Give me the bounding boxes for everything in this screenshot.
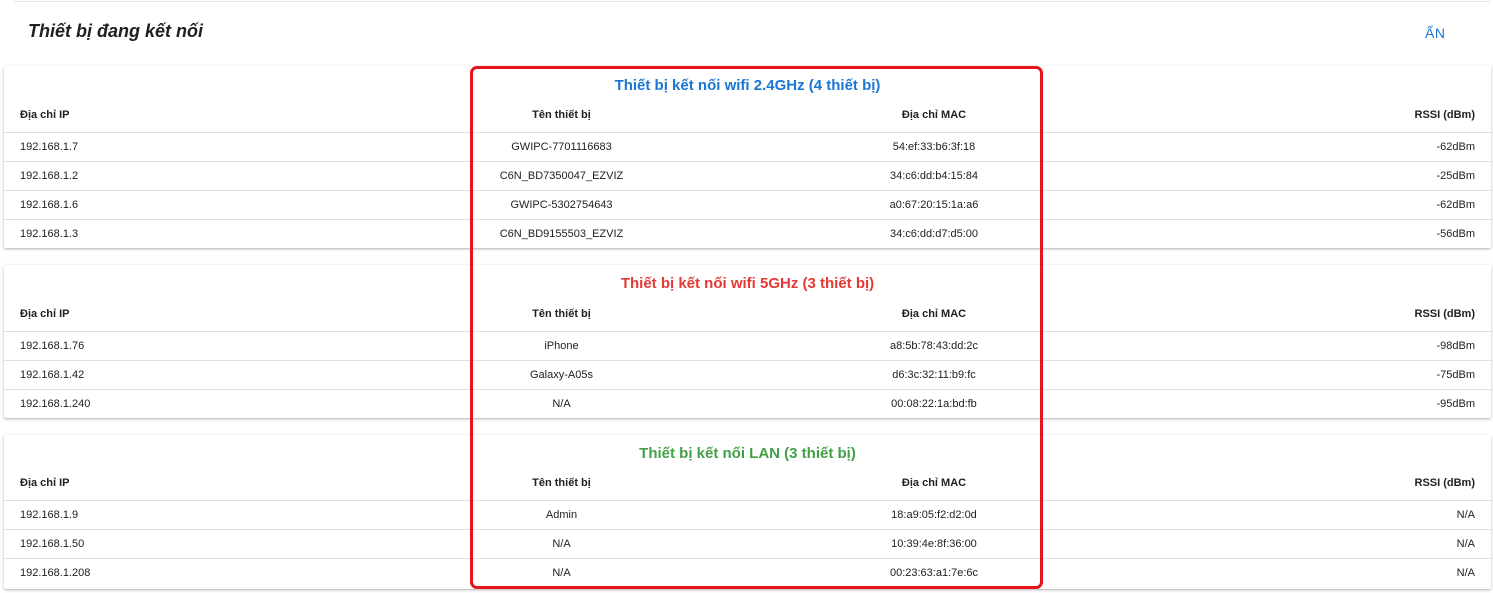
device-ip: 192.168.1.76 <box>4 331 364 361</box>
device-ip: 192.168.1.42 <box>4 360 364 390</box>
device-mac: 54:ef:33:b6:3f:18 <box>759 132 1109 162</box>
table-row: 192.168.1.208 N/A 00:23:63:a1:7e:6c N/A <box>4 558 1491 587</box>
device-rssi: -75dBm <box>1109 360 1491 390</box>
device-ip: 192.168.1.7 <box>4 132 364 162</box>
page-title: Thiết bị đang kết nối <box>28 21 203 41</box>
column-header-ip: Địa chỉ IP <box>4 99 364 133</box>
column-header-mac: Địa chỉ MAC <box>759 99 1109 133</box>
column-header-ip: Địa chỉ IP <box>4 467 364 501</box>
device-mac: 18:a9:05:f2:d2:0d <box>759 500 1109 530</box>
device-rssi: -25dBm <box>1109 161 1491 191</box>
device-name: N/A <box>552 397 571 410</box>
device-name: GWIPC-5302754643 <box>364 190 759 220</box>
table-row: 192.168.1.3 C6N_BD9155503_EZVIZ 34:c6:dd… <box>4 219 1491 248</box>
column-header-mac: Địa chỉ MAC <box>759 467 1109 501</box>
device-ip: 192.168.1.240 <box>20 397 91 410</box>
device-name: iPhone <box>364 331 759 361</box>
device-mac: 00:23:63:a1:7e:6c <box>889 566 979 579</box>
table-header-row: Địa chỉ IP Tên thiết bị Địa chỉ MAC RSSI… <box>4 467 1491 501</box>
wifi24-devices-table: Địa chỉ IP Tên thiết bị Địa chỉ MAC RSSI… <box>4 99 1491 248</box>
device-rssi: -56dBm <box>1436 227 1475 240</box>
device-rssi: N/A <box>1109 529 1491 559</box>
table-row: 192.168.1.9 Admin 18:a9:05:f2:d2:0d N/A <box>4 500 1491 530</box>
page-header: Thiết bị đang kết nối ẨN <box>0 0 1493 64</box>
device-ip: 192.168.1.50 <box>4 529 364 559</box>
lan-section-title: Thiết bị kết nối LAN (3 thiết bị) <box>639 445 856 462</box>
wifi5-devices-card: Thiết bị kết nối wifi 5GHz (3 thiết bị) … <box>4 265 1491 418</box>
device-rssi: -95dBm <box>1436 397 1475 410</box>
device-mac: a0:67:20:15:1a:a6 <box>759 190 1109 220</box>
device-rssi: -62dBm <box>1109 132 1491 162</box>
wifi24-section-title: Thiết bị kết nối wifi 2.4GHz (4 thiết bị… <box>614 77 881 94</box>
table-row: 192.168.1.42 Galaxy-A05s d6:3c:32:11:b9:… <box>4 360 1491 390</box>
column-header-name: Tên thiết bị <box>364 99 759 133</box>
device-mac: 00:08:22:1a:bd:fb <box>891 397 977 410</box>
table-header-row: Địa chỉ IP Tên thiết bị Địa chỉ MAC RSSI… <box>4 99 1491 133</box>
device-rssi: -98dBm <box>1109 331 1491 361</box>
lan-devices-card: Thiết bị kết nối LAN (3 thiết bị) Địa ch… <box>4 435 1491 589</box>
table-header-row: Địa chỉ IP Tên thiết bị Địa chỉ MAC RSSI… <box>4 298 1491 332</box>
device-name: GWIPC-7701116683 <box>364 132 759 162</box>
column-header-mac: Địa chỉ MAC <box>759 298 1109 332</box>
device-name: N/A <box>552 566 571 579</box>
column-header-rssi: RSSI (dBm) <box>1109 467 1491 501</box>
device-mac: a8:5b:78:43:dd:2c <box>759 331 1109 361</box>
table-row: 192.168.1.76 iPhone a8:5b:78:43:dd:2c -9… <box>4 331 1491 361</box>
hide-button[interactable]: ẨN <box>1425 25 1445 41</box>
lan-devices-table: Địa chỉ IP Tên thiết bị Địa chỉ MAC RSSI… <box>4 467 1491 587</box>
column-header-name: Tên thiết bị <box>364 467 759 501</box>
device-mac: 34:c6:dd:d7:d5:00 <box>889 227 979 240</box>
table-row: 192.168.1.7 GWIPC-7701116683 54:ef:33:b6… <box>4 132 1491 162</box>
device-ip: 192.168.1.9 <box>4 500 364 530</box>
device-mac: 10:39:4e:8f:36:00 <box>759 529 1109 559</box>
device-name: C6N_BD9155503_EZVIZ <box>499 227 624 240</box>
table-row: 192.168.1.50 N/A 10:39:4e:8f:36:00 N/A <box>4 529 1491 559</box>
column-header-rssi: RSSI (dBm) <box>1109 99 1491 133</box>
table-row: 192.168.1.6 GWIPC-5302754643 a0:67:20:15… <box>4 190 1491 220</box>
device-rssi: N/A <box>1109 500 1491 530</box>
column-header-rssi: RSSI (dBm) <box>1109 298 1491 332</box>
device-ip: 192.168.1.2 <box>4 161 364 191</box>
device-ip: 192.168.1.3 <box>20 227 79 240</box>
table-row: 192.168.1.2 C6N_BD7350047_EZVIZ 34:c6:dd… <box>4 161 1491 191</box>
device-mac: 34:c6:dd:b4:15:84 <box>759 161 1109 191</box>
column-header-name: Tên thiết bị <box>364 298 759 332</box>
device-mac: d6:3c:32:11:b9:fc <box>759 360 1109 390</box>
device-name: C6N_BD7350047_EZVIZ <box>364 161 759 191</box>
device-rssi: N/A <box>1456 566 1475 579</box>
device-rssi: -62dBm <box>1109 190 1491 220</box>
wifi5-devices-table: Địa chỉ IP Tên thiết bị Địa chỉ MAC RSSI… <box>4 298 1491 418</box>
wifi24-devices-card: Thiết bị kết nối wifi 2.4GHz (4 thiết bị… <box>4 66 1491 248</box>
column-header-ip: Địa chỉ IP <box>4 298 364 332</box>
device-name: N/A <box>364 529 759 559</box>
table-row: 192.168.1.240 N/A 00:08:22:1a:bd:fb -95d… <box>4 389 1491 418</box>
device-ip: 192.168.1.6 <box>4 190 364 220</box>
device-ip: 192.168.1.208 <box>20 566 91 579</box>
wifi5-section-title: Thiết bị kết nối wifi 5GHz (3 thiết bị) <box>620 275 875 292</box>
device-name: Galaxy-A05s <box>364 360 759 390</box>
device-name: Admin <box>364 500 759 530</box>
